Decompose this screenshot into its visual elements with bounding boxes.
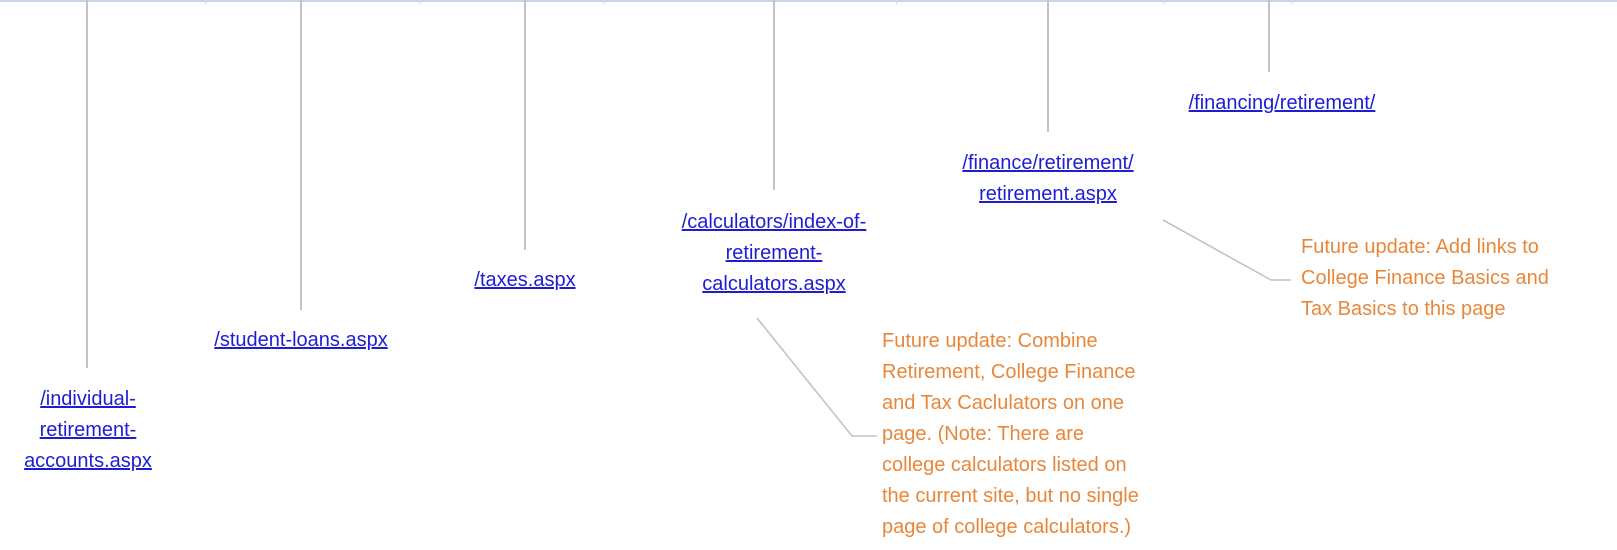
- node-taxes[interactable]: /taxes.aspx: [450, 265, 600, 296]
- node-finance-retirement[interactable]: /finance/retirement/ retirement.aspx: [918, 148, 1178, 210]
- node-individual-retirement-accounts[interactable]: /individual- retirement- accounts.aspx: [0, 384, 176, 477]
- node-student-loans[interactable]: /student-loans.aspx: [176, 325, 426, 356]
- note-callout-calculators: [756, 317, 877, 437]
- sitemap-diagram: /individual- retirement- accounts.aspx /…: [0, 0, 1617, 550]
- node-financing-retirement[interactable]: /financing/retirement/: [1152, 88, 1412, 119]
- note-callout-finance: [1162, 219, 1291, 281]
- note-finance: Future update: Add links to College Fina…: [1301, 236, 1549, 320]
- node-calculators-index[interactable]: /calculators/index-of- retirement- calcu…: [644, 207, 904, 300]
- note-calculators: Future update: Combine Retirement, Colle…: [882, 330, 1139, 538]
